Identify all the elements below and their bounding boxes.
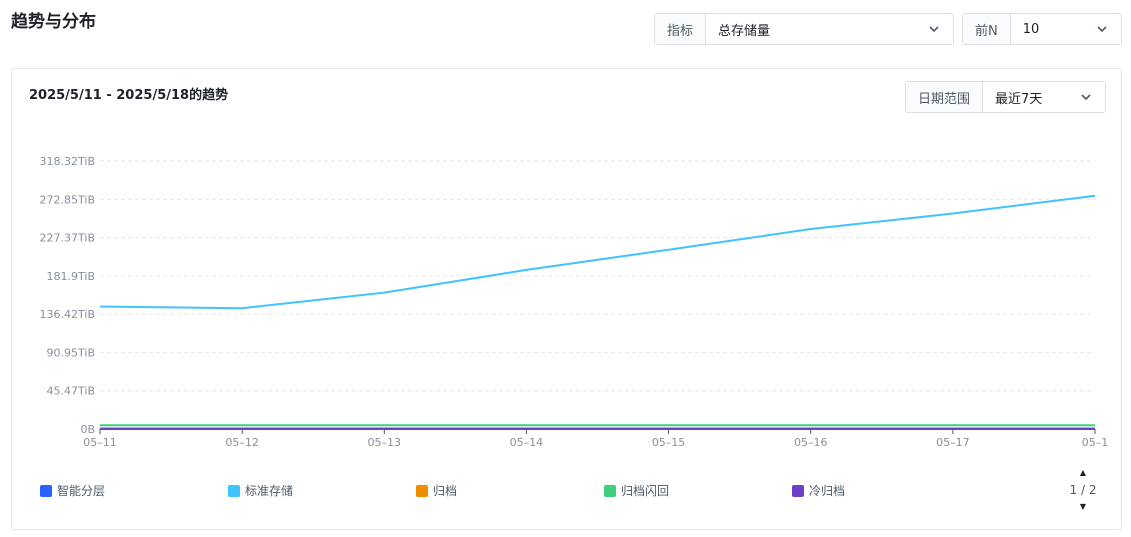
legend-swatch (604, 484, 616, 497)
x-tick-label: 05–1 (1082, 436, 1109, 449)
legend-prev-page-icon[interactable]: ▲ (1080, 468, 1086, 478)
y-tick-label: 136.42TiB (40, 308, 95, 321)
legend-item[interactable]: 归档 (416, 482, 457, 499)
legend-item[interactable]: 归档闪回 (604, 482, 669, 499)
legend-item[interactable]: 冷归档 (792, 482, 845, 499)
legend-swatch (228, 484, 240, 497)
legend-item[interactable]: 智能分层 (40, 482, 105, 499)
legend-label: 冷归档 (809, 484, 846, 498)
x-tick-label: 05–13 (368, 436, 402, 449)
legend-next-page-icon[interactable]: ▼ (1080, 502, 1086, 512)
series-line-标准存储 (99, 194, 1096, 310)
y-tick-label: 318.32TiB (40, 155, 95, 168)
x-tick-label: 05–16 (794, 436, 828, 449)
y-tick-label: 227.37TiB (40, 232, 95, 245)
legend-label: 归档 (433, 484, 458, 498)
x-tick-label: 05–15 (652, 436, 686, 449)
legend-swatch (792, 484, 804, 497)
y-tick-label: 90.95TiB (47, 346, 95, 359)
x-tick-label: 05–11 (83, 436, 117, 449)
x-tick-label: 05–14 (510, 436, 544, 449)
legend-swatch (40, 484, 52, 497)
legend-label: 智能分层 (57, 484, 106, 498)
legend-item[interactable]: 标准存储 (228, 482, 293, 499)
x-tick-label: 05–17 (936, 436, 970, 449)
legend-label: 标准存储 (245, 484, 294, 498)
legend-pager: ▲ 1 / 2 ▼ (1064, 468, 1102, 512)
x-tick-label: 05–12 (225, 436, 259, 449)
y-tick-label: 181.9TiB (47, 270, 95, 283)
legend-label: 归档闪回 (621, 484, 670, 498)
legend-swatch (416, 484, 428, 497)
y-tick-label: 0B (80, 423, 95, 436)
legend-page-text: 1 / 2 (1069, 483, 1097, 497)
y-tick-label: 45.47TiB (47, 385, 95, 398)
trend-chart: 0B 45.47TiB 90.95TiB 136.42TiB 181.9TiB 227.3… (40, 155, 1109, 449)
y-tick-label: 272.85TiB (40, 193, 95, 206)
